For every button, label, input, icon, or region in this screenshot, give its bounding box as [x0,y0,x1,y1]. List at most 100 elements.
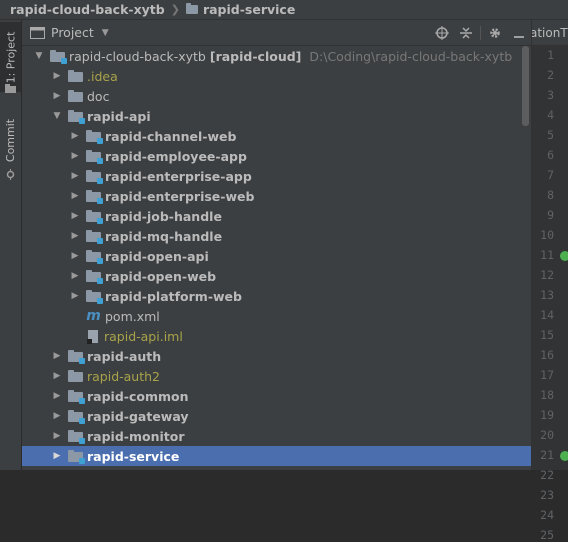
project-view-selector[interactable]: Project ▼ [22,25,109,40]
module-badge-icon [97,198,103,204]
tree-item-label: rapid-auth2 [87,368,161,384]
module-badge-icon [79,398,85,404]
tree-item-label: rapid-job-handle [105,208,222,224]
line-number: 9 [547,208,554,222]
module-badge-icon [79,118,85,124]
expand-arrow-right-icon[interactable]: ▶ [70,266,80,286]
maven-icon: m [86,308,101,324]
tree-item-label: rapid-common [87,388,189,404]
tree-row[interactable]: ▶ rapid-job-handle [22,206,531,226]
spring-bean-icon[interactable] [560,251,568,261]
line-number: 15 [540,328,554,342]
module-badge-icon [61,58,67,64]
tree-row[interactable]: ▶ rapid-mq-handle [22,226,531,246]
expand-arrow-right-icon[interactable]: ▶ [70,126,80,146]
module-badge-icon [97,238,103,244]
tree-item-label: rapid-platform-web [105,288,242,304]
tree-item-label: rapid-service [87,448,180,464]
tab-project-label: 1: Project [4,31,17,83]
line-number: 3 [547,88,554,102]
line-number: 1 [547,48,554,62]
tree-row[interactable]: ▶ rapid-auth2 [22,366,531,386]
tree-row[interactable]: ▶ rapid-channel-web [22,126,531,146]
locate-icon[interactable] [430,20,454,45]
breadcrumb-root[interactable]: rapid-cloud-back-xytb [10,2,165,17]
module-badge-icon [97,298,103,304]
vertical-scrollbar[interactable] [522,46,529,126]
line-number: 7 [547,168,554,182]
settings-icon[interactable] [483,20,507,45]
line-number: 18 [540,388,554,402]
line-number: 20 [540,428,554,442]
tree-row[interactable]: m pom.xml [22,306,531,326]
tree-row[interactable]: ▶ rapid-platform-web [22,286,531,306]
line-number: 4 [547,108,554,122]
toolbar-divider [480,25,481,40]
project-panel: Project ▼ ▼ rapid-cloud-back-xytb [rapid-c… [22,20,531,470]
tree-row[interactable]: ▶ rapid-service [22,446,531,466]
expand-arrow-right-icon[interactable]: ▶ [70,206,80,226]
expand-arrow-right-icon[interactable]: ▶ [52,346,62,366]
tree-row[interactable]: ▶ rapid-open-api [22,246,531,266]
expand-arrow-right-icon[interactable]: ▶ [52,406,62,426]
tree-row[interactable]: ▶ rapid-auth [22,346,531,366]
folder-icon [68,90,83,102]
expand-arrow-right-icon[interactable]: ▶ [52,86,62,106]
left-tool-strip: 1: Project Commit [0,20,22,470]
breadcrumb-child[interactable]: rapid-service [203,2,295,17]
line-number: 19 [540,408,554,422]
tree-item-label: .idea [87,68,118,84]
tree-row[interactable]: ▶ rapid-employee-app [22,146,531,166]
tree-item-label: rapid-enterprise-app [105,168,252,184]
expand-arrow-down-icon[interactable]: ▼ [52,106,62,126]
expand-arrow-right-icon[interactable]: ▶ [70,166,80,186]
tab-commit[interactable]: Commit [0,112,21,168]
line-number: 10 [540,228,554,242]
tree-row[interactable]: ▶ doc [22,86,531,106]
tree-row[interactable]: ▶ rapid-common [22,386,531,406]
tree-row[interactable]: rapid-api.iml [22,326,531,346]
expand-arrow-right-icon[interactable]: ▶ [70,226,80,246]
expand-arrow-right-icon[interactable]: ▶ [52,366,62,386]
module-folder-icon [86,190,103,204]
line-number: 5 [547,128,554,142]
expand-arrow-down-icon[interactable]: ▼ [34,46,44,66]
tree-row[interactable]: ▼ rapid-api [22,106,531,126]
expand-arrow-right-icon[interactable]: ▶ [70,286,80,306]
editor-tab[interactable]: ationT [532,20,568,46]
tree-item-label: rapid-open-api [105,248,209,264]
tree-row[interactable]: ▶ rapid-enterprise-app [22,166,531,186]
tree-row[interactable]: ▶ rapid-open-web [22,266,531,286]
expand-arrow-right-icon[interactable]: ▶ [52,426,62,446]
module-badge-icon [79,458,85,464]
project-icon [30,26,45,39]
collapse-all-icon[interactable] [454,20,478,45]
line-number: 17 [540,368,554,382]
tree-row[interactable]: ▶ rapid-enterprise-web [22,186,531,206]
expand-arrow-right-icon[interactable]: ▶ [70,186,80,206]
expand-arrow-right-icon[interactable]: ▶ [52,386,62,406]
tree-item-label: doc [87,88,110,104]
tree-item-label: rapid-employee-app [105,148,247,164]
module-badge-icon [97,278,103,284]
module-folder-icon [86,230,103,244]
expand-arrow-right-icon[interactable]: ▶ [70,146,80,166]
tree-item-label: rapid-gateway [87,408,189,424]
module-folder-icon [86,150,103,164]
spring-bean-icon[interactable] [560,451,568,461]
tree-row[interactable]: ▼ rapid-cloud-back-xytb [rapid-cloud] D:\Co… [22,46,531,66]
expand-arrow-right-icon[interactable]: ▶ [52,446,62,466]
line-number: 16 [540,348,554,362]
editor-tab-label: ationT [532,25,568,40]
hide-icon[interactable] [507,20,531,45]
line-number: 13 [540,288,554,302]
module-folder-icon [86,210,103,224]
commit-icon [0,168,21,180]
tree-row[interactable]: ▶ rapid-monitor [22,426,531,446]
expand-arrow-right-icon[interactable]: ▶ [70,246,80,266]
tree-row[interactable]: ▶ .idea [22,66,531,86]
expand-arrow-right-icon[interactable]: ▶ [52,66,62,86]
tree-row[interactable]: ▶ rapid-gateway [22,406,531,426]
